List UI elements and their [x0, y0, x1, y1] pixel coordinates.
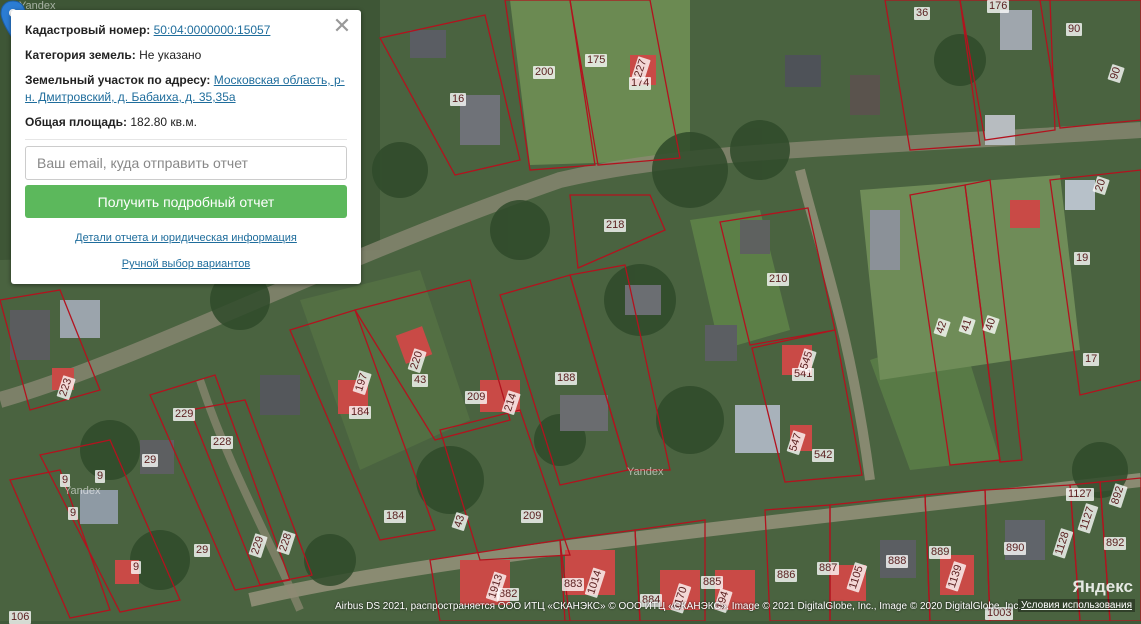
parcel-label: 885: [701, 576, 724, 589]
category-label: Категория земель:: [25, 48, 136, 62]
parcel-label: 229: [173, 408, 196, 421]
parcel-label: 889: [929, 546, 952, 559]
map-attribution: Airbus DS 2021, распространяется ООО ИТЦ…: [335, 601, 1022, 612]
area-value: 182.80 кв.м.: [130, 115, 197, 129]
parcel-label: 29: [142, 454, 159, 467]
parcel-label: 209: [521, 510, 544, 523]
address-row: Земельный участок по адресу: Московская …: [25, 72, 347, 106]
parcel-label: 892: [1104, 537, 1127, 550]
map-watermark: Yandex: [64, 485, 101, 497]
parcel-label: 19: [1074, 252, 1091, 265]
area-row: Общая площадь: 182.80 кв.м.: [25, 114, 347, 131]
terms-of-use-link[interactable]: Условия использования: [1018, 599, 1135, 612]
parcel-label: 200: [533, 66, 556, 79]
parcel-label: 16: [450, 93, 467, 106]
parcel-label: 17: [1083, 353, 1100, 366]
parcel-label: 209: [465, 391, 488, 404]
parcel-label: 184: [349, 406, 372, 419]
get-report-button[interactable]: Получить подробный отчет: [25, 185, 347, 218]
parcel-label: 176: [987, 0, 1010, 13]
close-icon[interactable]: ✕: [331, 15, 353, 37]
parcel-label: 175: [585, 54, 608, 67]
parcel-label: 184: [384, 510, 407, 523]
parcel-label: 210: [767, 273, 790, 286]
parcel-label: 36: [914, 7, 931, 20]
parcel-label: 188: [555, 372, 578, 385]
parcel-label: 9: [95, 470, 106, 483]
parcel-label: 228: [211, 436, 234, 449]
parcel-label: 883: [562, 578, 585, 591]
parcel-label: 9: [68, 507, 79, 520]
parcel-label: 29: [194, 544, 211, 557]
parcel-info-popup: ✕ Кадастровый номер: 50:04:0000000:15057…: [11, 10, 361, 284]
parcel-label: 542: [812, 449, 835, 462]
divider: [25, 139, 347, 140]
parcel-label: 1127: [1066, 488, 1094, 501]
details-link-row: Детали отчета и юридическая информация: [25, 232, 347, 244]
category-value: Не указано: [139, 48, 202, 62]
report-details-link[interactable]: Детали отчета и юридическая информация: [75, 232, 297, 244]
parcel-label: 9: [131, 561, 142, 574]
parcel-label: 43: [412, 374, 429, 387]
parcel-label: 888: [886, 555, 909, 568]
email-input[interactable]: [25, 146, 347, 180]
address-label: Земельный участок по адресу:: [25, 73, 211, 87]
cadastral-number-link[interactable]: 50:04:0000000:15057: [154, 23, 271, 37]
manual-selection-link[interactable]: Ручной выбор вариантов: [122, 258, 250, 270]
manual-link-row: Ручной выбор вариантов: [25, 258, 347, 270]
parcel-label: 218: [604, 219, 627, 232]
category-row: Категория земель: Не указано: [25, 47, 347, 64]
cadastral-label: Кадастровый номер:: [25, 23, 151, 37]
area-label: Общая площадь:: [25, 115, 128, 129]
parcel-label: 886: [775, 569, 798, 582]
parcel-label: 890: [1004, 542, 1027, 555]
parcel-label: 90: [1066, 23, 1083, 36]
map-watermark: Yandex: [627, 466, 664, 478]
yandex-logo: Яндекс: [1072, 577, 1133, 596]
parcel-label: 106: [9, 611, 32, 624]
cadastral-row: Кадастровый номер: 50:04:0000000:15057: [25, 22, 347, 39]
parcel-label: 887: [817, 562, 840, 575]
